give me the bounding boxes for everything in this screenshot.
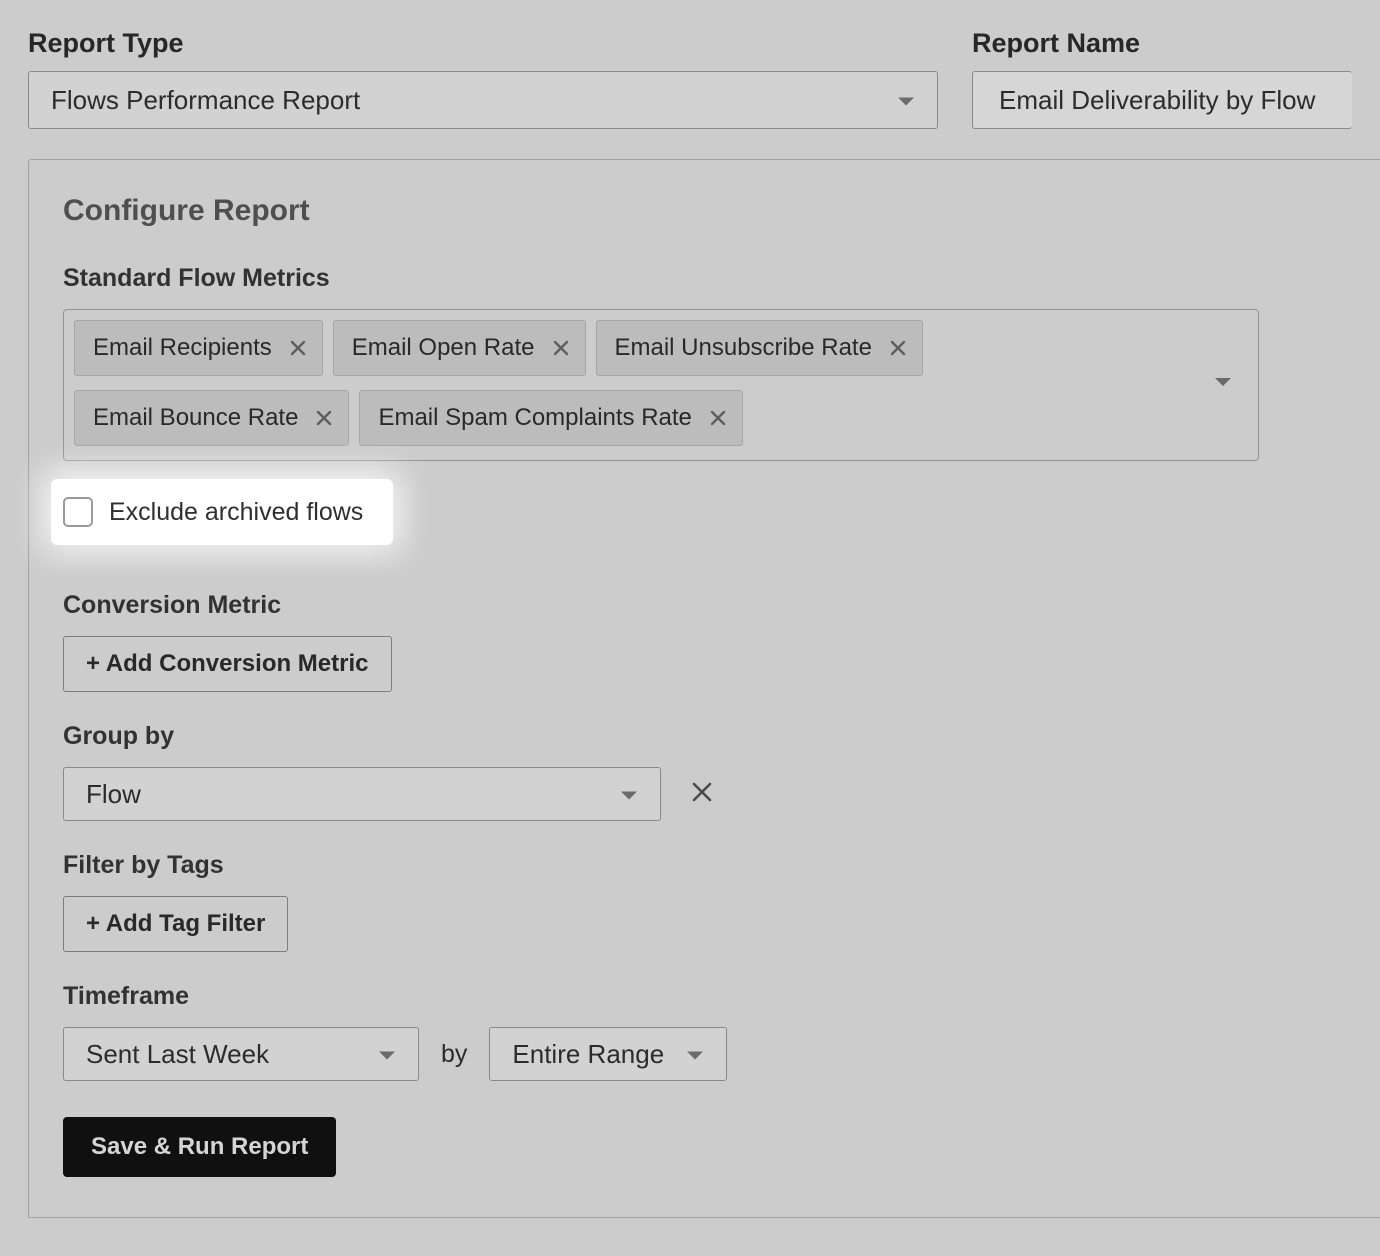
group-by-select[interactable]: Flow: [63, 767, 661, 821]
chevron-down-icon: [686, 1039, 704, 1070]
top-row: Report Type Flows Performance Report Rep…: [28, 28, 1352, 129]
close-icon[interactable]: [710, 410, 726, 426]
metric-chip-label: Email Spam Complaints Rate: [378, 404, 691, 432]
exclude-archived-label: Exclude archived flows: [109, 498, 363, 527]
report-type-value: Flows Performance Report: [51, 85, 360, 116]
close-icon[interactable]: [890, 340, 906, 356]
close-icon[interactable]: [316, 410, 332, 426]
report-type-label: Report Type: [28, 28, 938, 59]
chevron-down-icon: [1214, 376, 1232, 394]
report-name-value: Email Deliverability by Flow: [999, 85, 1315, 116]
add-tag-filter-button[interactable]: + Add Tag Filter: [63, 896, 288, 952]
metric-chip-label: Email Bounce Rate: [93, 404, 298, 432]
metric-chip-label: Email Unsubscribe Rate: [615, 334, 872, 362]
metric-chip-label: Email Recipients: [93, 334, 272, 362]
timeframe-label: Timeframe: [63, 982, 1346, 1011]
timeframe-by-text: by: [437, 1040, 471, 1069]
remove-group-by-button[interactable]: [691, 781, 713, 808]
exclude-archived-row[interactable]: Exclude archived flows: [63, 497, 363, 527]
report-name-input[interactable]: Email Deliverability by Flow: [972, 71, 1352, 129]
report-type-select[interactable]: Flows Performance Report: [28, 71, 938, 129]
metric-chip[interactable]: Email Recipients: [74, 320, 323, 376]
timeframe-value: Sent Last Week: [86, 1039, 269, 1070]
report-name-label: Report Name: [972, 28, 1352, 59]
chevron-down-icon: [378, 1039, 396, 1070]
metric-chip[interactable]: Email Open Rate: [333, 320, 586, 376]
close-icon[interactable]: [290, 340, 306, 356]
filter-tags-label: Filter by Tags: [63, 851, 1346, 880]
metric-chip[interactable]: Email Unsubscribe Rate: [596, 320, 923, 376]
metric-chip-label: Email Open Rate: [352, 334, 535, 362]
group-by-label: Group by: [63, 722, 1346, 751]
add-tag-filter-label: + Add Tag Filter: [86, 910, 265, 938]
close-icon[interactable]: [553, 340, 569, 356]
configure-report-title: Configure Report: [63, 194, 1346, 228]
timeframe-select[interactable]: Sent Last Week: [63, 1027, 419, 1081]
save-run-report-label: Save & Run Report: [91, 1133, 308, 1161]
conversion-metric-label: Conversion Metric: [63, 591, 1346, 620]
standard-metrics-label: Standard Flow Metrics: [63, 264, 1346, 293]
standard-metrics-select[interactable]: Email Recipients Email Open Rate Email U…: [63, 309, 1259, 461]
chevron-down-icon: [620, 779, 638, 810]
metric-chip[interactable]: Email Spam Complaints Rate: [359, 390, 742, 446]
timeframe-range-value: Entire Range: [512, 1039, 664, 1070]
add-conversion-metric-label: + Add Conversion Metric: [86, 650, 369, 678]
group-by-value: Flow: [86, 779, 141, 810]
exclude-archived-checkbox[interactable]: [63, 497, 93, 527]
configure-report-panel: Configure Report Standard Flow Metrics E…: [28, 159, 1380, 1218]
timeframe-range-select[interactable]: Entire Range: [489, 1027, 727, 1081]
save-run-report-button[interactable]: Save & Run Report: [63, 1117, 336, 1177]
add-conversion-metric-button[interactable]: + Add Conversion Metric: [63, 636, 392, 692]
metric-chip[interactable]: Email Bounce Rate: [74, 390, 349, 446]
exclude-archived-highlight: Exclude archived flows: [51, 479, 393, 545]
chevron-down-icon: [897, 85, 915, 116]
